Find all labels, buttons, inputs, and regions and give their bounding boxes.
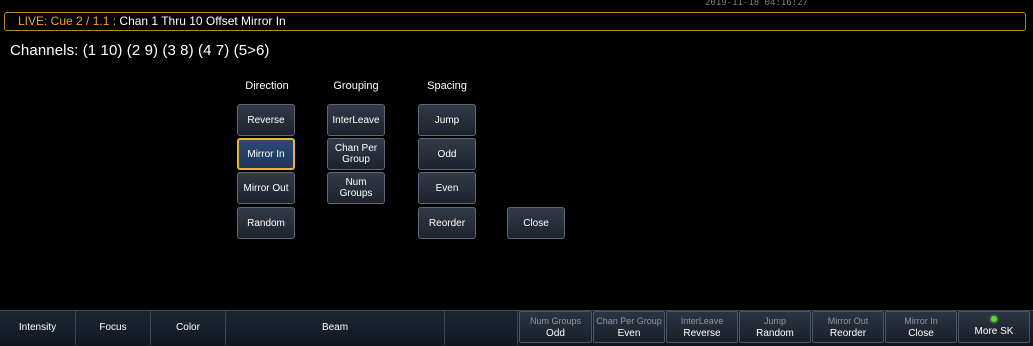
softkey-top-label: InterLeave xyxy=(680,316,724,326)
softkey-num-groups-odd[interactable]: Num Groups Odd xyxy=(519,311,592,343)
clock-readout: 2019-11-18 04:16:27 xyxy=(705,0,808,8)
softkey-top-label: Mirror In xyxy=(904,316,938,326)
softkey-mirror-out-reorder[interactable]: Mirror Out Reorder xyxy=(812,311,884,343)
live-cue-label: LIVE: Cue 2 / 1.1 : xyxy=(18,14,117,28)
softkey-interleave-reverse[interactable]: InterLeave Reverse xyxy=(666,311,738,343)
even-button[interactable]: Even xyxy=(418,172,476,204)
cue-status-bar: LIVE: Cue 2 / 1.1 : Chan 1 Thru 10 Offse… xyxy=(4,12,1026,31)
softkey-bottom-label: Odd xyxy=(546,328,565,339)
reorder-button[interactable]: Reorder xyxy=(418,207,476,239)
softkey-intensity[interactable]: Intensity xyxy=(0,310,76,345)
softkey-bottom-label: Random xyxy=(756,328,794,339)
softkey-beam[interactable]: Beam xyxy=(226,310,445,345)
softkey-top-label: Jump xyxy=(763,316,786,326)
spacing-header: Spacing xyxy=(427,80,467,92)
softkey-focus[interactable]: Focus xyxy=(76,310,151,345)
jump-button[interactable]: Jump xyxy=(418,104,476,136)
chan-per-group-button[interactable]: Chan Per Group xyxy=(327,138,385,170)
led-indicator-icon xyxy=(991,316,997,322)
softkey-more-sk[interactable]: More SK xyxy=(958,311,1030,343)
reverse-button[interactable]: Reverse xyxy=(237,104,295,136)
close-button[interactable]: Close xyxy=(507,207,565,239)
random-button[interactable]: Random xyxy=(237,207,295,239)
softkey-top-label: Chan Per Group xyxy=(596,316,662,326)
softkey-bottom-label: Reorder xyxy=(829,328,867,339)
interleave-button[interactable]: InterLeave xyxy=(327,104,385,136)
softkey-top-label: Mirror Out xyxy=(827,316,869,326)
odd-button[interactable]: Odd xyxy=(418,138,476,170)
softkey-top-label: Num Groups xyxy=(529,316,582,326)
softkey-bottom-label: Close xyxy=(908,328,934,339)
softkey-bottom-label: More SK xyxy=(974,326,1014,337)
direction-header: Direction xyxy=(245,80,289,92)
mirror-out-button[interactable]: Mirror Out xyxy=(237,172,295,204)
softkey-mirror-in-close[interactable]: Mirror In Close xyxy=(885,311,957,343)
softkey-jump-random[interactable]: Jump Random xyxy=(739,311,811,343)
cue-title: Chan 1 Thru 10 Offset Mirror In xyxy=(119,14,286,28)
softkey-bottom-label: Even xyxy=(617,328,641,339)
softkey-color[interactable]: Color xyxy=(151,310,226,345)
grouping-header: Grouping xyxy=(333,80,379,92)
mirror-in-button[interactable]: Mirror In xyxy=(237,138,295,170)
softkey-blank[interactable] xyxy=(445,310,518,345)
softkey-bottom-label: Reverse xyxy=(683,328,721,339)
num-groups-button[interactable]: Num Groups xyxy=(327,172,385,204)
softkey-chan-per-group-even[interactable]: Chan Per Group Even xyxy=(593,311,665,343)
channel-selection-readout: Channels: (1 10) (2 9) (3 8) (4 7) (5>6) xyxy=(10,42,270,59)
